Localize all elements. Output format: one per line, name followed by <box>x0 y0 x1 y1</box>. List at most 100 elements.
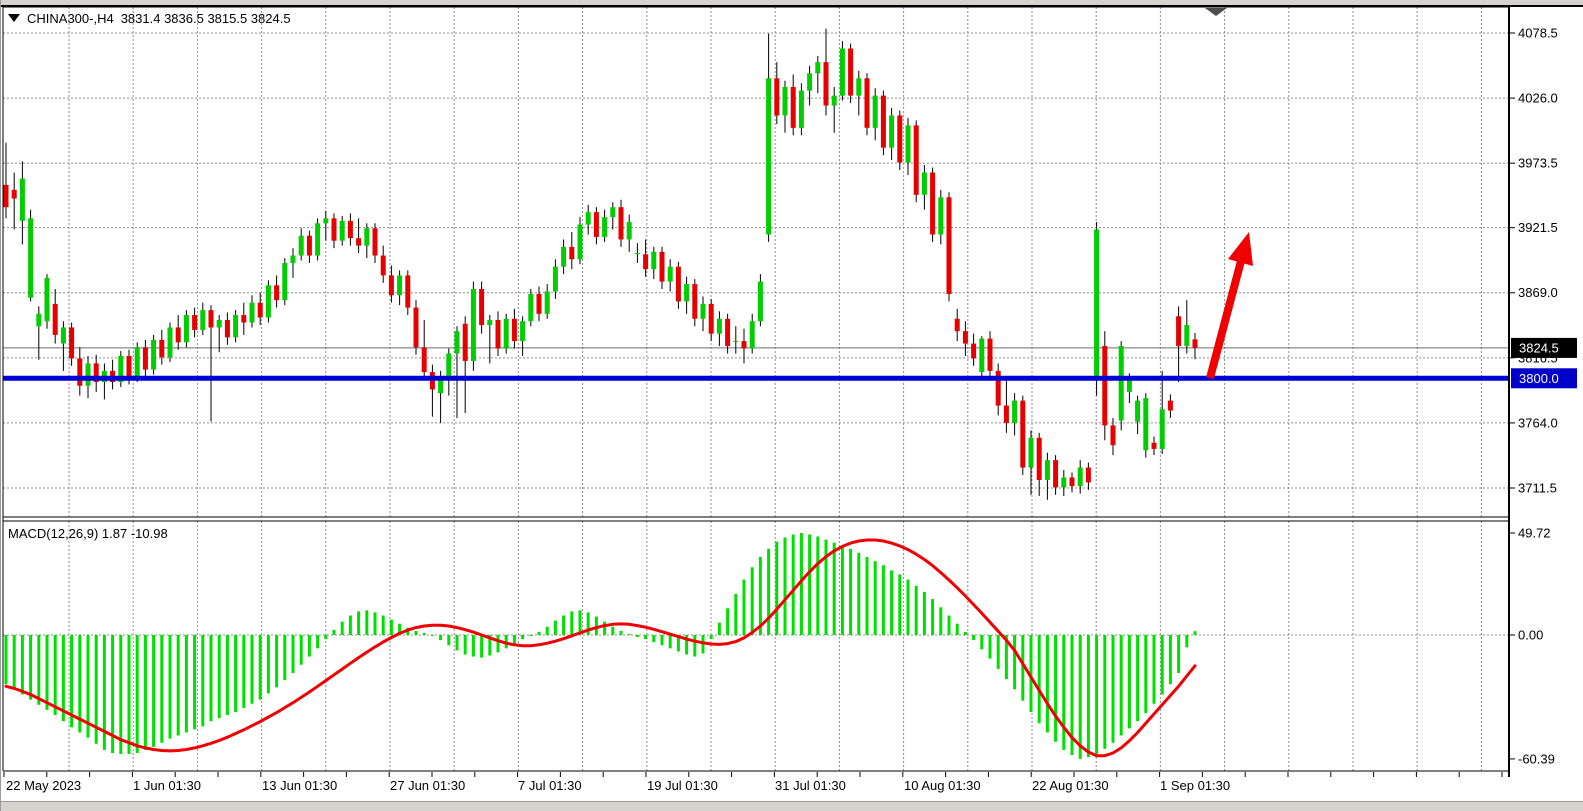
time-axis-label: 19 Jul 01:30 <box>647 778 718 793</box>
time-axis-label: 1 Jun 01:30 <box>133 778 201 793</box>
bear-candle <box>594 212 599 237</box>
bull-candle <box>701 304 706 319</box>
price-axis-label: 3973.5 <box>1518 156 1558 171</box>
bull-candle <box>651 252 656 269</box>
bull-candle <box>520 321 525 341</box>
bull-candle <box>291 256 296 263</box>
bull-candle <box>487 320 492 325</box>
window-chrome-bottom <box>1 801 1583 811</box>
bull-candle <box>315 223 320 255</box>
candlesticks[interactable] <box>4 29 1198 500</box>
bear-candle <box>496 320 501 349</box>
bear-candle <box>512 319 517 341</box>
macd-axis-label: 0.00 <box>1518 628 1543 643</box>
bull-candle <box>1061 477 1066 487</box>
bull-candle <box>668 267 673 282</box>
bull-candle <box>840 48 845 95</box>
bull-candle <box>1094 230 1099 376</box>
bull-candle <box>1160 409 1165 449</box>
bear-candle <box>77 358 82 385</box>
bull-candle <box>553 267 558 292</box>
bull-candle <box>1184 325 1189 346</box>
bull-candle <box>586 212 591 224</box>
bear-candle <box>774 78 779 115</box>
bull-candle <box>299 236 304 256</box>
bear-candle <box>1070 477 1075 486</box>
bear-candle <box>848 48 853 95</box>
price-axis-label: 3869.0 <box>1518 285 1558 300</box>
time-axis-label: 22 May 2023 <box>6 778 81 793</box>
bear-candle <box>479 289 484 325</box>
price-axis-label: 4026.0 <box>1518 91 1558 106</box>
bull-candle <box>20 179 25 221</box>
macd-axis-label: 49.72 <box>1518 525 1551 540</box>
bear-candle <box>619 207 624 239</box>
bull-candle <box>340 221 345 241</box>
bear-candle <box>1111 425 1116 445</box>
macd-axis[interactable]: 49.720.00-60.39 <box>1509 525 1555 766</box>
trend-arrow-head <box>1228 232 1253 266</box>
bear-candle <box>1020 401 1025 468</box>
bull-candle <box>873 96 878 128</box>
bear-candle <box>791 87 796 128</box>
bull-candle <box>922 172 927 194</box>
bear-candle <box>143 347 148 369</box>
bull-candle <box>1143 398 1148 450</box>
bull-candle <box>750 321 755 348</box>
bull-candle <box>766 78 771 234</box>
bull-candle <box>1119 346 1124 420</box>
scroll-to-end-marker-icon[interactable] <box>1205 8 1227 16</box>
bear-candle <box>69 327 74 358</box>
bull-candle <box>266 285 271 317</box>
bear-candle <box>1193 339 1198 348</box>
bull-candle <box>397 275 402 295</box>
bear-candle <box>1102 346 1107 425</box>
bull-candle <box>733 341 738 342</box>
bull-candle <box>200 310 205 330</box>
time-axis[interactable]: 22 May 20231 Jun 01:3013 Jun 01:3027 Jun… <box>4 772 1502 793</box>
bear-candle <box>127 356 132 377</box>
bear-candle <box>930 172 935 234</box>
symbol-period-label: CHINA300-,H4 <box>27 11 114 26</box>
collapse-triangle-icon[interactable] <box>8 14 20 22</box>
bull-candle <box>36 314 41 326</box>
bear-candle <box>1152 443 1157 449</box>
bear-candle <box>643 254 648 269</box>
bear-candle <box>389 275 394 295</box>
macd-signal-line <box>6 540 1195 756</box>
bull-candle <box>856 78 861 95</box>
bull-candle <box>250 303 255 323</box>
bull-candle <box>906 125 911 162</box>
mt4-chart-window: 4078.54026.03973.53921.53869.03816.53764… <box>0 0 1583 811</box>
trend-arrow[interactable] <box>1210 232 1253 378</box>
price-axis[interactable]: 4078.54026.03973.53921.53869.03816.53764… <box>1509 26 1558 496</box>
bull-candle <box>1045 460 1050 480</box>
bull-candle <box>471 289 476 361</box>
bear-candle <box>381 256 386 276</box>
bull-candle <box>627 222 632 239</box>
bear-candle <box>422 347 427 372</box>
bull-candle <box>504 319 509 349</box>
bear-candle <box>709 304 714 334</box>
price-axis-label: 3764.0 <box>1518 415 1558 430</box>
bull-candle <box>889 115 894 147</box>
bear-candle <box>414 308 419 348</box>
bull-candle <box>233 315 238 337</box>
time-axis-label: 13 Jun 01:30 <box>262 778 337 793</box>
chart-canvas[interactable]: 4078.54026.03973.53921.53869.03816.53764… <box>1 0 1583 811</box>
bear-candle <box>824 62 829 105</box>
ohlc-values: 3831.4 3836.5 3815.5 3824.5 <box>121 11 291 26</box>
current-price-badge-text: 3824.5 <box>1519 340 1559 355</box>
bear-candle <box>947 197 952 294</box>
bull-candle <box>1012 401 1017 423</box>
bear-candle <box>881 96 886 148</box>
bear-candle <box>971 344 976 359</box>
bull-candle <box>979 339 984 372</box>
bear-candle <box>307 236 312 256</box>
bull-candle <box>45 278 50 321</box>
bull-candle <box>717 319 722 334</box>
bull-candle <box>217 320 222 327</box>
bull-candle <box>783 87 788 116</box>
bear-candle <box>209 310 214 327</box>
bull-candle <box>635 253 640 254</box>
